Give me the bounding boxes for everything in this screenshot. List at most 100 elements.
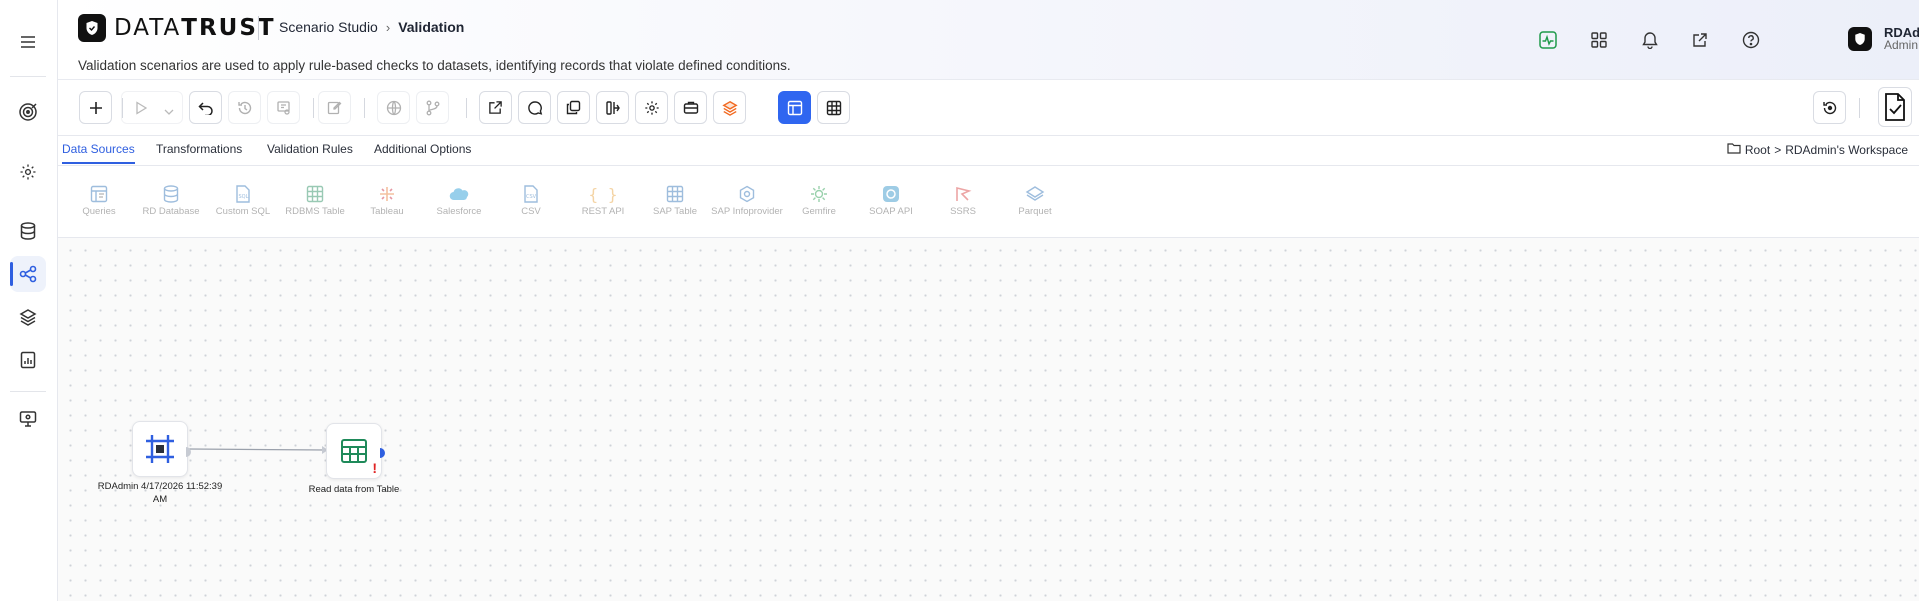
svg-text:CSV: CSV bbox=[526, 194, 537, 200]
breadcrumb-current: Validation bbox=[398, 19, 465, 35]
run-split-button[interactable] bbox=[121, 91, 183, 124]
scenario-tabs: Data Sources Transformations Validation … bbox=[58, 136, 1919, 166]
chevron-right-icon: › bbox=[385, 19, 391, 35]
source-output-port[interactable] bbox=[186, 444, 194, 457]
source-node[interactable] bbox=[132, 421, 188, 477]
warning-indicator: ! bbox=[372, 460, 377, 476]
tab-additional-options[interactable]: Additional Options bbox=[374, 142, 471, 162]
edge-connector bbox=[188, 446, 328, 454]
data-source-palette: Queries RD Database SQL Custom SQL RDBMS… bbox=[58, 166, 1919, 238]
queries-icon bbox=[63, 184, 135, 204]
comment-button[interactable] bbox=[518, 91, 551, 124]
palette-item-rest-api[interactable]: { } REST API bbox=[567, 184, 639, 219]
workflow-icon[interactable] bbox=[10, 256, 46, 292]
edit-button[interactable] bbox=[318, 91, 351, 124]
globe-button[interactable] bbox=[377, 91, 410, 124]
history-button[interactable] bbox=[228, 91, 261, 124]
validate-document-button[interactable] bbox=[1878, 87, 1912, 127]
chevron-down-icon[interactable] bbox=[164, 103, 174, 121]
history-restore-button[interactable] bbox=[1813, 91, 1846, 124]
gemfire-icon bbox=[783, 184, 855, 204]
undo-button[interactable] bbox=[189, 91, 222, 124]
breadcrumb-parent[interactable]: Scenario Studio bbox=[279, 19, 378, 35]
table-output-port[interactable] bbox=[380, 445, 388, 458]
palette-item-gemfire[interactable]: Gemfire bbox=[783, 184, 855, 219]
bell-icon[interactable] bbox=[1637, 27, 1663, 53]
sidebar-divider bbox=[10, 391, 46, 392]
user-role: Admin bbox=[1884, 38, 1919, 52]
palette-item-sap-table[interactable]: SAP Table bbox=[639, 184, 711, 219]
palette-item-rd-database[interactable]: RD Database bbox=[135, 184, 207, 219]
breadcrumb: Scenario Studio › Validation bbox=[279, 19, 464, 35]
ssrs-icon bbox=[927, 184, 999, 204]
open-external-button[interactable] bbox=[479, 91, 512, 124]
page-subtitle: Validation scenarios are used to apply r… bbox=[78, 58, 791, 73]
monitor-settings-icon[interactable] bbox=[10, 401, 46, 437]
scenario-toolbar bbox=[58, 80, 1919, 136]
external-link-icon[interactable] bbox=[1687, 27, 1713, 53]
workspace-path[interactable]: Root > RDAdmin's Workspace bbox=[1727, 142, 1908, 157]
palette-item-tableau[interactable]: Tableau bbox=[351, 184, 423, 219]
add-button[interactable] bbox=[79, 91, 112, 124]
palette-item-custom-sql[interactable]: SQL Custom SQL bbox=[207, 184, 279, 219]
palette-item-ssrs[interactable]: SSRS bbox=[927, 184, 999, 219]
logo-text: DATATRUST bbox=[114, 15, 276, 41]
path-root: Root bbox=[1744, 142, 1771, 157]
tab-transformations[interactable]: Transformations bbox=[156, 142, 242, 162]
palette-item-sap-infoprovider[interactable]: SAP Infoprovider bbox=[711, 184, 783, 219]
table-icon bbox=[639, 184, 711, 204]
report-icon[interactable] bbox=[10, 342, 46, 378]
palette-item-parquet[interactable]: Parquet bbox=[999, 184, 1071, 219]
play-icon bbox=[135, 101, 148, 120]
datatrust-logo[interactable]: DATATRUST bbox=[78, 14, 276, 42]
table-view-button[interactable] bbox=[817, 91, 850, 124]
source-node-label: RDAdmin 4/17/2026 11:52:39 AM bbox=[97, 481, 223, 505]
table-icon bbox=[279, 184, 351, 204]
sidebar-divider bbox=[10, 76, 46, 77]
menu-icon[interactable] bbox=[10, 24, 46, 60]
toolbar-divider bbox=[364, 98, 365, 118]
table-icon bbox=[341, 439, 367, 463]
braces-icon: { } bbox=[588, 184, 618, 204]
user-menu[interactable]: RDAdmin Admin bbox=[1848, 26, 1919, 52]
database-icon bbox=[135, 184, 207, 204]
palette-item-csv[interactable]: CSV CSV bbox=[495, 184, 567, 219]
duplicate-button[interactable] bbox=[557, 91, 590, 124]
hexagon-icon bbox=[711, 184, 783, 204]
cloud-icon bbox=[423, 184, 495, 204]
apps-grid-icon[interactable] bbox=[1586, 27, 1612, 53]
folder-icon bbox=[1727, 142, 1741, 157]
palette-item-queries[interactable]: Queries bbox=[63, 184, 135, 219]
toolbar-divider bbox=[1859, 98, 1860, 118]
app-header: DATATRUST Scenario Studio › Validation V… bbox=[58, 0, 1919, 80]
layout-view-button[interactable] bbox=[778, 91, 811, 124]
split-columns-button[interactable] bbox=[596, 91, 629, 124]
palette-item-rdbms-table[interactable]: RDBMS Table bbox=[279, 184, 351, 219]
read-table-node[interactable]: ! bbox=[326, 423, 382, 479]
help-icon[interactable] bbox=[1738, 27, 1764, 53]
tab-data-sources[interactable]: Data Sources bbox=[62, 142, 135, 164]
activity-icon[interactable] bbox=[1535, 27, 1561, 53]
layers-orange-button[interactable] bbox=[713, 91, 746, 124]
branch-button[interactable] bbox=[416, 91, 449, 124]
avatar bbox=[1848, 27, 1872, 51]
scenario-canvas[interactable]: RDAdmin 4/17/2026 11:52:39 AM ! Read dat… bbox=[58, 238, 1919, 601]
layers-icon[interactable] bbox=[10, 299, 46, 335]
settings-button[interactable] bbox=[635, 91, 668, 124]
palette-item-soap-api[interactable]: SOAP API bbox=[855, 184, 927, 219]
select-frame-icon bbox=[146, 435, 174, 463]
header-divider bbox=[258, 16, 259, 40]
svg-text:SQL: SQL bbox=[239, 194, 249, 200]
certificate-button[interactable] bbox=[267, 91, 300, 124]
briefcase-button[interactable] bbox=[674, 91, 707, 124]
shield-icon bbox=[78, 14, 106, 42]
toolbar-divider bbox=[313, 98, 314, 118]
soap-icon bbox=[855, 184, 927, 204]
database-icon[interactable] bbox=[10, 213, 46, 249]
gear-icon[interactable] bbox=[10, 154, 46, 190]
path-workspace: RDAdmin's Workspace bbox=[1785, 142, 1908, 157]
tableau-icon bbox=[351, 184, 423, 204]
tab-validation-rules[interactable]: Validation Rules bbox=[267, 142, 353, 162]
palette-item-salesforce[interactable]: Salesforce bbox=[423, 184, 495, 219]
target-icon[interactable] bbox=[10, 94, 46, 130]
